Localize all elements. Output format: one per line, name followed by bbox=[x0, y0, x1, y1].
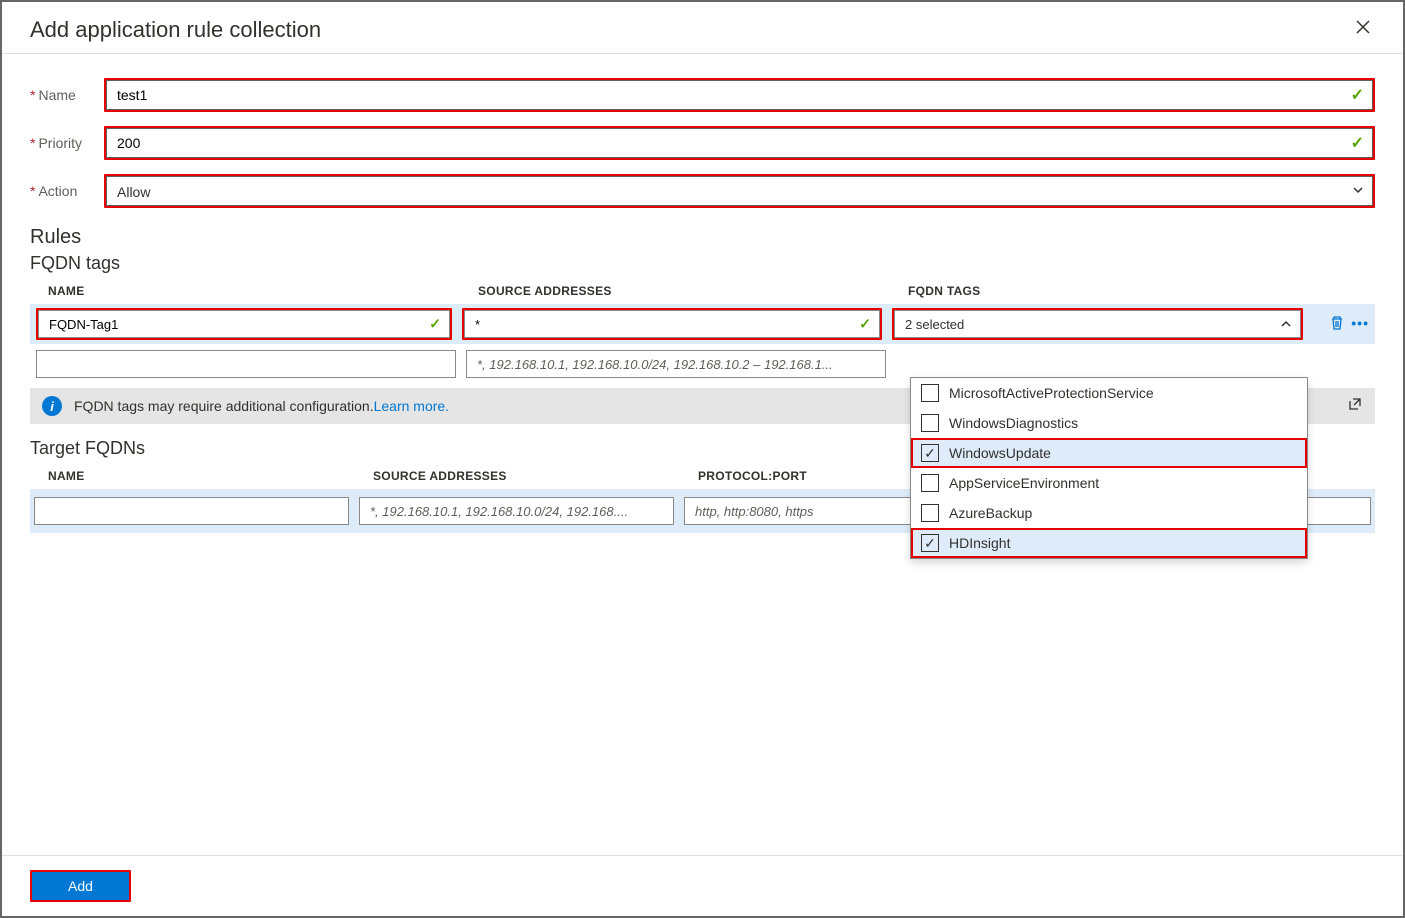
checkmark-icon: ✓ bbox=[859, 316, 871, 333]
action-label: *Action bbox=[30, 183, 104, 199]
checkbox-icon bbox=[921, 384, 939, 402]
dropdown-option[interactable]: ✓ WindowsUpdate bbox=[911, 438, 1307, 468]
page-title: Add application rule collection bbox=[30, 17, 321, 43]
dropdown-option-label: AppServiceEnvironment bbox=[949, 475, 1099, 491]
dropdown-option-label: MicrosoftActiveProtectionService bbox=[949, 385, 1154, 401]
col-tags: FQDN TAGS bbox=[908, 284, 1305, 298]
external-link-button[interactable] bbox=[1347, 396, 1363, 415]
action-row: *Action Allow bbox=[30, 174, 1375, 208]
more-button[interactable]: ••• bbox=[1351, 315, 1369, 334]
fqdn-name-input-empty[interactable] bbox=[36, 350, 456, 378]
close-button[interactable] bbox=[1351, 14, 1375, 45]
checkbox-icon bbox=[921, 474, 939, 492]
fqdn-source-input[interactable] bbox=[464, 310, 880, 338]
priority-label: *Priority bbox=[30, 135, 104, 151]
checkmark-icon: ✓ bbox=[429, 316, 441, 333]
dropdown-option-label: AzureBackup bbox=[949, 505, 1032, 521]
col-name: NAME bbox=[48, 284, 468, 298]
dropdown-option[interactable]: AzureBackup bbox=[911, 498, 1307, 528]
close-icon bbox=[1355, 19, 1371, 35]
delete-button[interactable] bbox=[1329, 315, 1345, 334]
col-target-name: NAME bbox=[48, 469, 363, 483]
info-icon: i bbox=[42, 396, 62, 416]
checkbox-icon bbox=[921, 414, 939, 432]
fqdn-row-empty bbox=[30, 350, 1375, 378]
fqdn-header-row: NAME SOURCE ADDRESSES FQDN TAGS bbox=[30, 284, 1375, 298]
target-source-input[interactable] bbox=[359, 497, 674, 525]
footer: Add bbox=[2, 855, 1403, 916]
col-source: SOURCE ADDRESSES bbox=[478, 284, 898, 298]
add-button[interactable]: Add bbox=[32, 872, 129, 900]
action-select[interactable]: Allow bbox=[106, 176, 1373, 206]
dropdown-option[interactable]: WindowsDiagnostics bbox=[911, 408, 1307, 438]
dropdown-option-label: WindowsUpdate bbox=[949, 445, 1051, 461]
learn-more-link[interactable]: Learn more. bbox=[374, 398, 449, 414]
name-label: *Name bbox=[30, 87, 104, 103]
name-input[interactable] bbox=[106, 80, 1373, 110]
panel-header: Add application rule collection bbox=[2, 2, 1403, 54]
checkbox-icon bbox=[921, 504, 939, 522]
fqdn-source-input-empty[interactable] bbox=[466, 350, 886, 378]
trash-icon bbox=[1329, 315, 1345, 331]
checkmark-icon: ✓ bbox=[1351, 85, 1364, 105]
checkbox-icon: ✓ bbox=[921, 534, 939, 552]
checkmark-icon: ✓ bbox=[1351, 133, 1364, 153]
col-target-source: SOURCE ADDRESSES bbox=[373, 469, 688, 483]
priority-input[interactable] bbox=[106, 128, 1373, 158]
fqdn-tags-dropdown: MicrosoftActiveProtectionService WindowsD… bbox=[910, 377, 1308, 559]
dropdown-option[interactable]: MicrosoftActiveProtectionService bbox=[911, 378, 1307, 408]
checkbox-icon: ✓ bbox=[921, 444, 939, 462]
target-name-input[interactable] bbox=[34, 497, 349, 525]
fqdn-tags-select[interactable]: 2 selected bbox=[894, 310, 1301, 338]
fqdn-row-1: ✓ ✓ 2 selected ••• bbox=[30, 304, 1375, 344]
dropdown-option[interactable]: ✓ HDInsight bbox=[911, 528, 1307, 558]
fqdn-name-input[interactable] bbox=[38, 310, 450, 338]
dropdown-option-label: WindowsDiagnostics bbox=[949, 415, 1078, 431]
name-row: *Name ✓ bbox=[30, 78, 1375, 112]
fqdn-tags-heading: FQDN tags bbox=[30, 253, 1375, 274]
chevron-up-icon bbox=[1280, 318, 1292, 330]
dropdown-option[interactable]: AppServiceEnvironment bbox=[911, 468, 1307, 498]
external-link-icon bbox=[1347, 396, 1363, 412]
rules-heading: Rules bbox=[30, 226, 1375, 249]
priority-row: *Priority ✓ bbox=[30, 126, 1375, 160]
info-text: FQDN tags may require additional configu… bbox=[74, 398, 374, 414]
dropdown-option-label: HDInsight bbox=[949, 535, 1010, 551]
